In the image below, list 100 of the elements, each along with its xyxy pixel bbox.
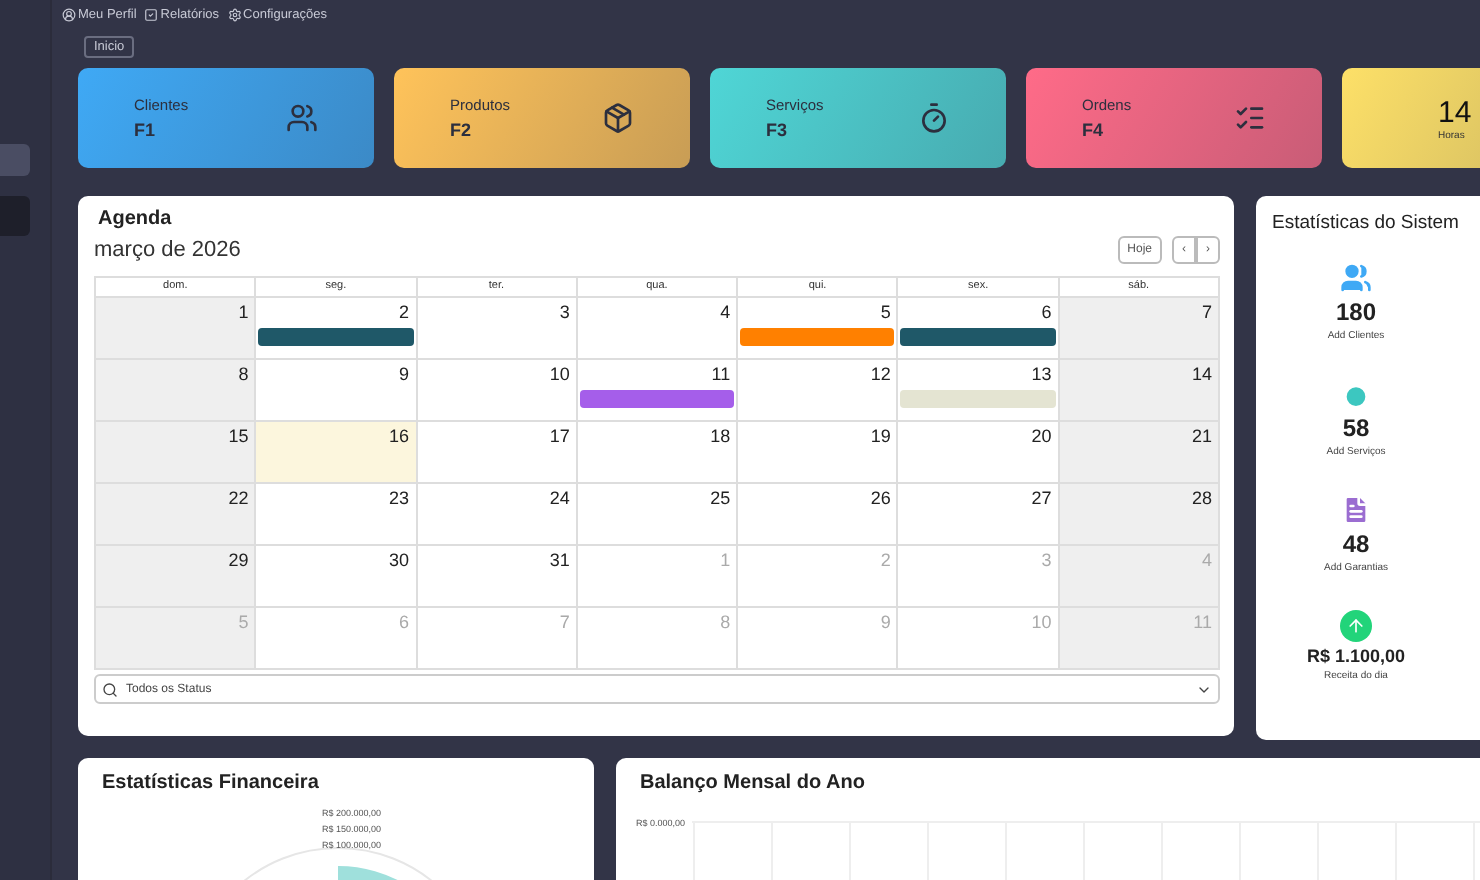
calendar-day[interactable]: 28 bbox=[1059, 484, 1220, 546]
calendar-day[interactable]: 20 bbox=[898, 422, 1060, 484]
day-number: 10 bbox=[547, 362, 572, 386]
day-number: 11 bbox=[709, 362, 733, 386]
day-number: 1 bbox=[236, 300, 251, 324]
calendar-day[interactable]: 8 bbox=[96, 360, 257, 422]
calendar-day[interactable]: 15 bbox=[96, 422, 257, 484]
stat-value: 180 bbox=[1335, 298, 1376, 326]
day-number: 14 bbox=[1189, 362, 1214, 386]
calendar-day[interactable]: 31 bbox=[417, 546, 578, 608]
day-number: 8 bbox=[718, 610, 733, 634]
calendar-day[interactable]: 13 bbox=[898, 360, 1060, 422]
calendar-day[interactable]: 14 bbox=[1059, 360, 1220, 422]
calendar-event[interactable] bbox=[740, 328, 895, 346]
calendar-day[interactable]: 10 bbox=[417, 360, 578, 422]
users-icon bbox=[286, 102, 318, 134]
calendar-day[interactable]: 19 bbox=[738, 422, 899, 484]
day-number: 13 bbox=[1029, 362, 1054, 386]
calendar-day[interactable]: 6 bbox=[898, 298, 1060, 360]
panel-title: Balanço Mensal do Ano bbox=[640, 772, 867, 794]
day-number: 11 bbox=[1191, 610, 1214, 634]
calendar-month: março de 2026 bbox=[94, 238, 241, 262]
panel-title: Agenda bbox=[98, 208, 174, 230]
calendar-event[interactable] bbox=[900, 328, 1056, 346]
day-number: 4 bbox=[1199, 548, 1214, 572]
day-number: 3 bbox=[1039, 548, 1054, 572]
calendar-day[interactable]: 30 bbox=[256, 546, 418, 608]
calendar-day[interactable]: 27 bbox=[898, 484, 1060, 546]
calendar-day[interactable]: 25 bbox=[577, 484, 739, 546]
day-number: 2 bbox=[397, 300, 412, 324]
day-number: 24 bbox=[547, 486, 572, 510]
day-number: 20 bbox=[1029, 424, 1054, 448]
calendar-day[interactable]: 24 bbox=[417, 484, 578, 546]
day-number: 8 bbox=[236, 362, 251, 386]
calendar-day[interactable]: 1 bbox=[96, 298, 257, 360]
day-number: 3 bbox=[557, 300, 572, 324]
day-number: 22 bbox=[226, 486, 251, 510]
day-number: 18 bbox=[708, 424, 733, 448]
day-number: 9 bbox=[878, 610, 893, 634]
card-shortcut: F4 bbox=[1082, 120, 1106, 140]
day-number: 10 bbox=[1029, 610, 1054, 634]
day-number: 15 bbox=[226, 424, 251, 448]
day-number: 25 bbox=[708, 486, 733, 510]
settings-icon bbox=[227, 8, 242, 22]
calendar-day[interactable]: 9 bbox=[256, 360, 418, 422]
panel-title: Estatísticas Financeira bbox=[102, 772, 321, 794]
day-number: 30 bbox=[387, 548, 412, 572]
day-number: 17 bbox=[547, 424, 572, 448]
calendar-event[interactable] bbox=[258, 328, 414, 346]
box-icon bbox=[602, 102, 634, 134]
stopwatch-icon bbox=[918, 102, 950, 134]
day-number: 7 bbox=[1199, 300, 1214, 324]
stat-value: R$ 1.100,00 bbox=[1306, 646, 1406, 666]
calendar-day[interactable]: 12 bbox=[738, 360, 899, 422]
calendar-day[interactable]: 22 bbox=[96, 484, 257, 546]
card-value: 14 bbox=[1438, 95, 1472, 129]
calendar-day[interactable]: 11 bbox=[577, 360, 739, 422]
calendar-day[interactable]: 21 bbox=[1059, 422, 1220, 484]
calendar-day[interactable]: 16 bbox=[256, 422, 418, 484]
stat-value: 58 bbox=[1342, 414, 1370, 442]
day-number: 5 bbox=[878, 300, 893, 324]
card-shortcut: F2 bbox=[450, 120, 474, 140]
day-number: 26 bbox=[868, 486, 893, 510]
sidebar-item[interactable] bbox=[0, 144, 30, 176]
day-number: 29 bbox=[226, 548, 251, 572]
sidebar-item[interactable] bbox=[0, 196, 30, 236]
calendar-day[interactable]: 4 bbox=[577, 298, 739, 360]
calendar-day[interactable]: 17 bbox=[417, 422, 578, 484]
calendar-day[interactable]: 29 bbox=[96, 546, 257, 608]
day-number: 12 bbox=[868, 362, 893, 386]
day-number: 5 bbox=[236, 610, 251, 634]
day-number: 19 bbox=[868, 424, 893, 448]
day-number: 16 bbox=[387, 424, 412, 448]
day-number: 21 bbox=[1189, 424, 1214, 448]
day-number: 27 bbox=[1029, 486, 1054, 510]
calendar-day[interactable]: 26 bbox=[738, 484, 899, 546]
day-number: 9 bbox=[397, 362, 412, 386]
calendar-day[interactable]: 3 bbox=[417, 298, 578, 360]
card-shortcut: F3 bbox=[766, 120, 790, 140]
day-number: 28 bbox=[1189, 486, 1214, 510]
calendar-day[interactable]: 5 bbox=[738, 298, 899, 360]
day-number: 23 bbox=[387, 486, 412, 510]
day-number: 2 bbox=[878, 548, 893, 572]
day-number: 31 bbox=[547, 548, 572, 572]
calendar-day[interactable]: 23 bbox=[256, 484, 418, 546]
calendar-day[interactable]: 7 bbox=[1059, 298, 1220, 360]
calendar-event[interactable] bbox=[900, 390, 1056, 408]
day-number: 6 bbox=[397, 610, 412, 634]
calendar-day[interactable]: 2 bbox=[256, 298, 418, 360]
day-number: 7 bbox=[557, 610, 572, 634]
panel-title: Estatísticas do Sistem bbox=[1272, 212, 1461, 234]
user-icon bbox=[62, 8, 76, 22]
search-icon bbox=[102, 681, 118, 697]
day-number: 1 bbox=[718, 548, 733, 572]
stat-value: 48 bbox=[1342, 530, 1370, 558]
day-number: 6 bbox=[1039, 300, 1054, 324]
calendar-event[interactable] bbox=[579, 390, 735, 408]
calendar-day[interactable]: 18 bbox=[577, 422, 739, 484]
list-icon bbox=[1234, 102, 1266, 134]
card-shortcut: F1 bbox=[134, 120, 158, 140]
